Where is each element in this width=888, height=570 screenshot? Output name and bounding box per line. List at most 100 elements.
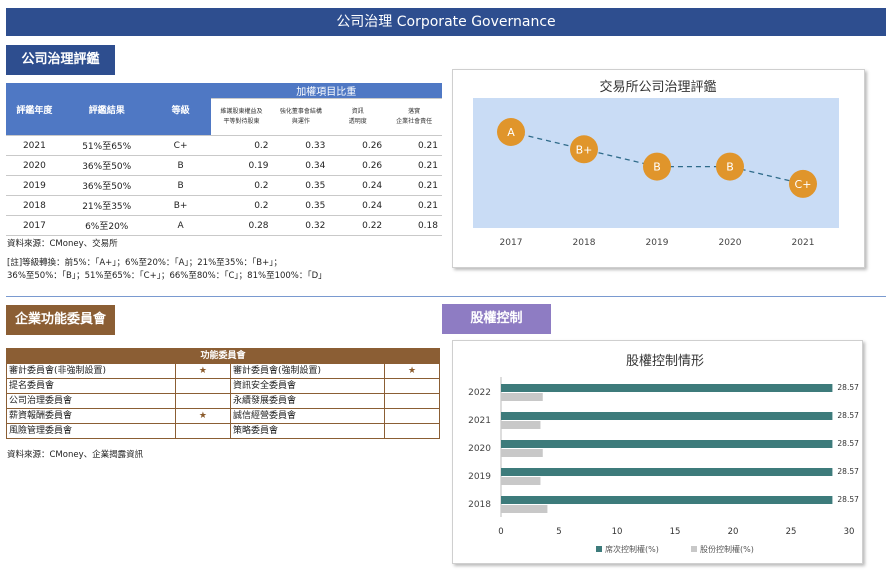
section-tab-committee-label: 企業功能委員會 xyxy=(14,312,106,327)
committee-name: 審計委員會(強制設置) xyxy=(229,363,386,379)
seat-control-bar xyxy=(501,496,833,504)
cell-w1: 0.28 xyxy=(210,215,273,236)
equity-x-tick-label: 20 xyxy=(728,527,739,537)
equity-x-tick-label: 0 xyxy=(498,527,503,537)
committee-name: 審計委員會(非強制設置) xyxy=(6,363,176,379)
committee-name: 永續發展委員會 xyxy=(229,393,386,409)
section-tab-rating-label: 公司治理評鑑 xyxy=(21,52,100,67)
cell-result: 36%至50% xyxy=(62,175,151,196)
committee-table-header: 功能委員會 xyxy=(6,348,440,364)
cell-result: 6%至20% xyxy=(62,215,151,236)
equity-chart-title: 股權控制情形 xyxy=(626,354,704,369)
rating-x-tick-label: 2019 xyxy=(646,238,669,248)
equity-x-tick-label: 15 xyxy=(670,527,681,537)
cell-year: 2021 xyxy=(6,135,63,156)
cell-w3: 0.26 xyxy=(329,155,387,176)
seat-control-data-label: 28.57 xyxy=(837,411,859,420)
col-header-grade: 等級 xyxy=(150,83,211,136)
section-tab-equity-label: 股權控制 xyxy=(470,311,523,326)
cell-w1: 0.2 xyxy=(210,195,273,216)
committee-name: 策略委員會 xyxy=(229,423,386,439)
star-icon xyxy=(384,408,440,424)
equity-x-tick-label: 25 xyxy=(786,527,797,537)
section-tab-rating: 公司治理評鑑 xyxy=(6,45,115,75)
committee-source-note: 資料來源：CMoney、企業揭露資訊 xyxy=(7,450,144,460)
legend-label: 股份控制權(%) xyxy=(700,544,754,554)
col-header-weight-4: 落實 企業社會責任 xyxy=(386,98,442,136)
cell-grade: A xyxy=(150,215,211,236)
cell-grade: B xyxy=(150,175,211,196)
equity-chart-panel: 股權控制情形 2022 28.57 2021 28.57 2020 28.57 2019 28.… xyxy=(452,340,863,564)
cell-w4: 0.18 xyxy=(386,215,442,236)
cell-w2: 0.34 xyxy=(272,155,330,176)
rating-x-tick-label: 2018 xyxy=(573,238,596,248)
cell-w3: 0.22 xyxy=(329,215,387,236)
equity-y-tick-label: 2020 xyxy=(468,444,491,454)
col-header-result: 評鑑結果 xyxy=(62,83,151,136)
star-icon xyxy=(384,393,440,409)
equity-x-tick-label: 5 xyxy=(556,527,561,537)
share-control-bar xyxy=(501,393,543,401)
seat-control-bar xyxy=(501,440,833,448)
share-control-bar xyxy=(501,449,543,457)
committee-name: 公司治理委員會 xyxy=(6,393,176,409)
col-header-year: 評鑑年度 xyxy=(6,83,63,136)
rating-table-body: 2021 51%至65% C+ 0.2 0.33 0.26 0.21 2020 36%至50% B… xyxy=(6,135,442,236)
cell-result: 36%至50% xyxy=(62,155,151,176)
table-row: 2019 36%至50% B 0.2 0.35 0.24 0.21 xyxy=(6,175,442,196)
committee-name: 提名委員會 xyxy=(6,378,176,394)
table-row: 風險管理委員會 策略委員會 xyxy=(6,423,440,439)
rating-source-note: 資料來源：CMoney、交易所 xyxy=(7,239,118,249)
star-icon xyxy=(174,423,231,439)
star-icon: ★ xyxy=(384,363,440,379)
cell-year: 2018 xyxy=(6,195,63,216)
page-title: 公司治理 Corporate Governance xyxy=(336,14,556,30)
rating-chart: 交易所公司治理評鑑 A 2017 B+ 2018 B 2019 B 2020 C+ 2021 xyxy=(473,79,839,248)
seat-control-bar xyxy=(501,384,833,392)
equity-chart: 股權控制情形 2022 28.57 2021 28.57 2020 28.57 2019 28.… xyxy=(468,354,859,554)
page-title-bar: 公司治理 Corporate Governance xyxy=(6,8,886,36)
equity-x-tick-label: 30 xyxy=(844,527,855,537)
rating-conversion-note-2: 36%至50%：「B」；51%至65%：「C+」；66%至80%：「C」；81%… xyxy=(7,271,327,281)
committee-name: 誠信經營委員會 xyxy=(229,408,386,424)
equity-y-tick-label: 2022 xyxy=(468,388,491,398)
col-header-weight-group: 加權項目比重 xyxy=(210,83,442,99)
cell-w2: 0.35 xyxy=(272,195,330,216)
section-tab-equity: 股權控制 xyxy=(442,304,551,334)
equity-y-tick-label: 2018 xyxy=(468,500,491,510)
cell-w4: 0.21 xyxy=(386,135,442,156)
section-divider xyxy=(6,296,886,297)
star-icon: ★ xyxy=(174,363,231,379)
committee-name: 薪資報酬委員會 xyxy=(6,408,176,424)
star-icon: ★ xyxy=(174,408,231,424)
rating-point-label: B+ xyxy=(576,143,593,156)
cell-w2: 0.32 xyxy=(272,215,330,236)
committee-name: 風險管理委員會 xyxy=(6,423,176,439)
cell-result: 21%至35% xyxy=(62,195,151,216)
rating-chart-title: 交易所公司治理評鑑 xyxy=(599,79,716,95)
equity-y-tick-label: 2019 xyxy=(468,472,491,482)
col-header-weight-line: 維護股東權益及 xyxy=(220,108,263,115)
rating-x-tick-label: 2021 xyxy=(792,238,815,248)
seat-control-bar xyxy=(501,468,833,476)
table-row: 薪資報酬委員會 ★ 誠信經營委員會 xyxy=(6,408,440,424)
rating-point-label: C+ xyxy=(795,178,812,191)
rating-point-label: B xyxy=(726,161,734,174)
seat-control-bar xyxy=(501,412,833,420)
share-control-bar xyxy=(501,421,541,429)
committee-name: 資訊安全委員會 xyxy=(229,378,386,394)
rating-chart-panel: 交易所公司治理評鑑 A 2017 B+ 2018 B 2019 B 2020 C+ 2021 xyxy=(452,69,865,268)
table-row: 公司治理委員會 永續發展委員會 xyxy=(6,393,440,409)
col-header-weight-line: 企業社會責任 xyxy=(396,118,433,125)
table-row: 2017 6%至20% A 0.28 0.32 0.22 0.18 xyxy=(6,215,442,236)
equity-x-tick-label: 10 xyxy=(612,527,623,537)
col-header-weight-2: 強化董事會結構 與運作 xyxy=(272,98,330,136)
share-control-bar xyxy=(501,477,541,485)
col-header-weight-line: 透明度 xyxy=(348,118,367,125)
col-header-weight-line: 平等對待股東 xyxy=(223,118,260,125)
share-control-bar xyxy=(501,505,548,513)
table-row: 2018 21%至35% B+ 0.2 0.35 0.24 0.21 xyxy=(6,195,442,216)
seat-control-data-label: 28.57 xyxy=(837,439,859,448)
committee-table: 功能委員會 審計委員會(非強制設置) ★ 審計委員會(強制設置) ★ 提名委員會 資訊安全… xyxy=(6,348,440,439)
rating-table: 評鑑年度 評鑑結果 等級 加權項目比重 維護股東權益及 平等對待股東 強化董事會結構… xyxy=(6,83,442,236)
